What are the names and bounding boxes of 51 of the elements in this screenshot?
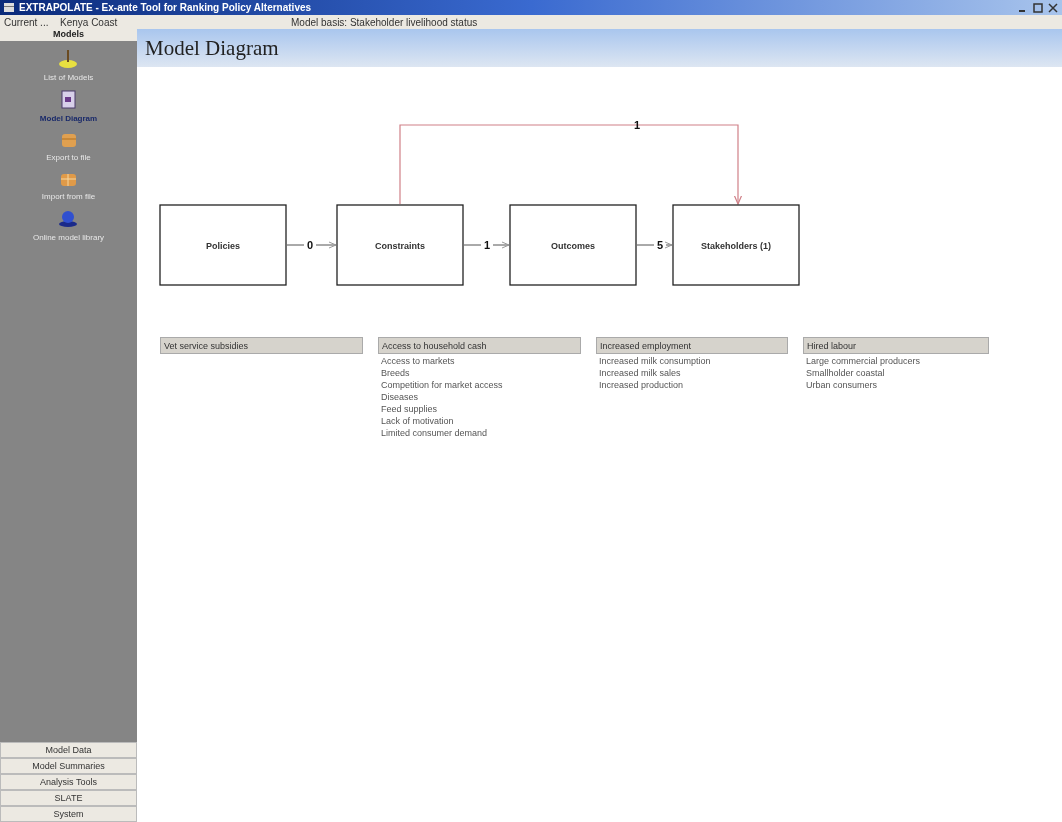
list-item: Diseases <box>380 392 419 404</box>
list-item: Urban consumers <box>805 380 879 392</box>
maximize-icon[interactable] <box>1033 2 1043 13</box>
list-item: Competition for market access <box>380 380 504 392</box>
list-item: Limited consumer demand <box>380 428 489 440</box>
diagram-node[interactable] <box>159 204 287 286</box>
list-item: Large commercial producers <box>805 356 922 368</box>
globe-icon <box>57 209 80 229</box>
node-label: Constraints <box>375 241 425 251</box>
diagram-node[interactable] <box>509 204 637 286</box>
list-item: Increased milk sales <box>598 368 682 380</box>
node-label: Policies <box>206 241 240 251</box>
list-item: Lack of motivation <box>380 416 455 428</box>
model-basis: Model basis: Stakeholder livelihood status <box>291 16 478 28</box>
pencil-icon <box>57 47 80 69</box>
list-item: Increased production <box>598 380 685 392</box>
document-icon <box>59 90 78 110</box>
list-header: Hired labour <box>803 337 989 354</box>
list-item: Breeds <box>380 368 411 380</box>
section-button[interactable]: Analysis Tools <box>0 774 137 790</box>
diagram-node[interactable] <box>336 204 464 286</box>
sidebar-item[interactable]: Model Diagram <box>39 114 98 123</box>
list-header: Access to household cash <box>378 337 581 354</box>
list-item: Increased milk consumption <box>598 356 712 368</box>
section-button[interactable]: System <box>0 806 137 822</box>
connector-arrow <box>286 241 337 249</box>
connector-arrow <box>463 241 510 249</box>
connector-label: 5 <box>656 239 664 251</box>
list-item: Access to markets <box>380 356 456 368</box>
diagram-node[interactable] <box>672 204 800 286</box>
node-label: Stakeholders (1) <box>701 241 771 251</box>
list-item: Smallholder coastal <box>805 368 886 380</box>
box-icon <box>59 131 78 149</box>
current-label: Current ... <box>4 16 50 28</box>
window-title: EXTRAPOLATE - Ex-ante Tool for Ranking Policy Alternatives <box>19 2 313 13</box>
page-header: Model Diagram <box>137 29 1062 67</box>
connector-label: 1 <box>483 239 491 251</box>
connector-arrow <box>636 241 673 249</box>
list-item: Feed supplies <box>380 404 439 416</box>
app-icon <box>4 3 14 12</box>
list-header: Increased employment <box>596 337 788 354</box>
current-value: Kenya Coast <box>60 16 119 28</box>
sidebar-title: Models <box>52 29 85 41</box>
close-icon[interactable] <box>1048 2 1058 13</box>
connector-label: 1 <box>633 119 641 131</box>
list-header: Vet service subsidies <box>160 337 363 354</box>
connector-label: 0 <box>306 239 314 251</box>
section-button[interactable]: Model Data <box>0 742 137 758</box>
section-button[interactable]: SLATE <box>0 790 137 806</box>
node-label: Outcomes <box>551 241 595 251</box>
section-button[interactable]: Model Summaries <box>0 758 137 774</box>
